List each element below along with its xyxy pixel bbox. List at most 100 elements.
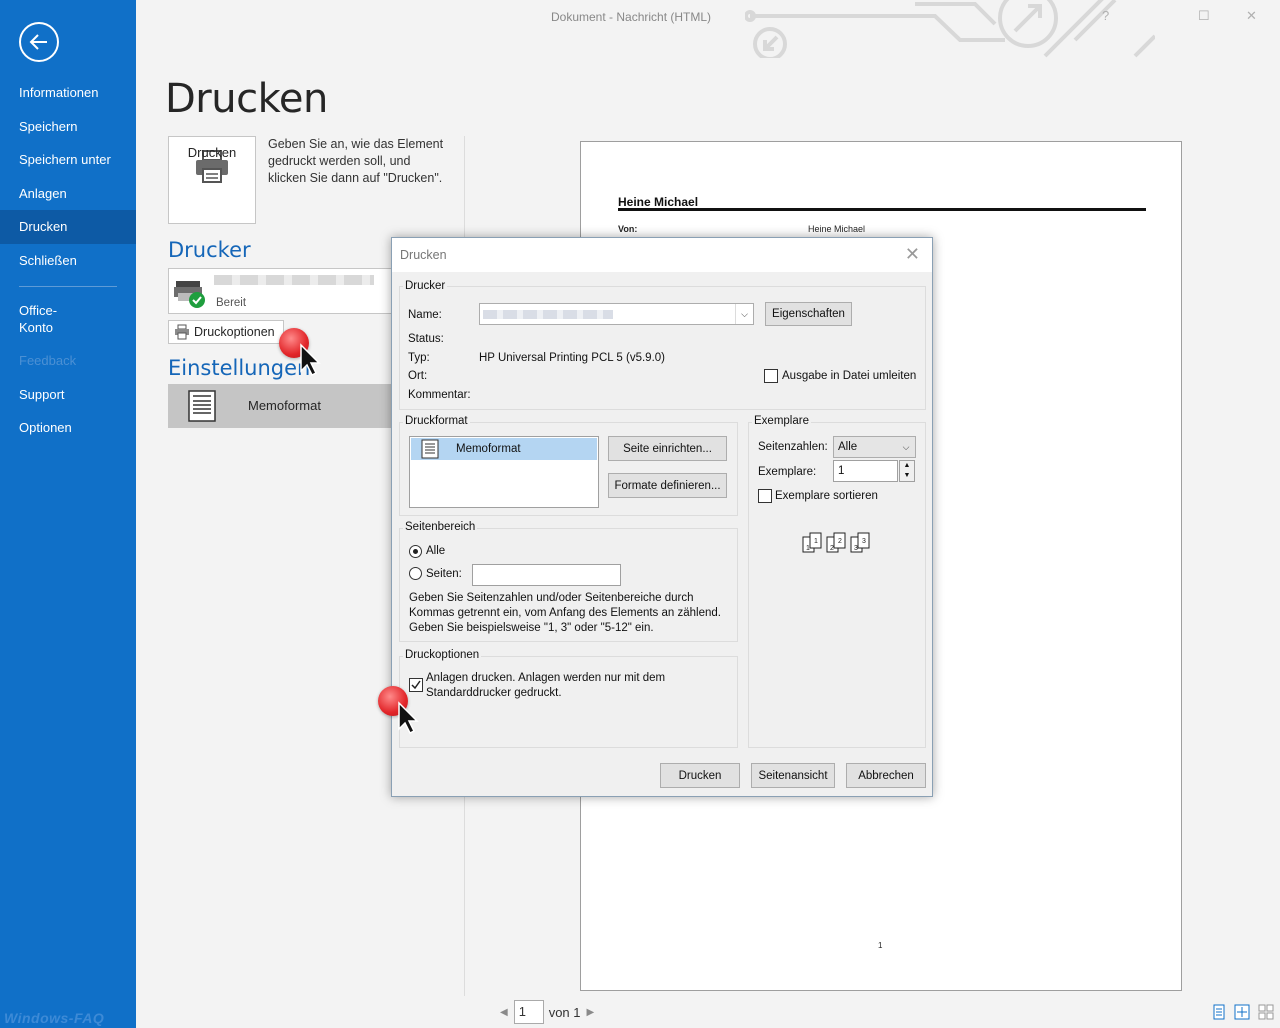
preview-page-number: 1 [878,941,883,950]
print-options-group [399,656,738,748]
print-format-selector[interactable]: Memoformat [168,384,396,428]
status-label: Status: [408,333,444,345]
print-button-label: Drucken [187,145,237,160]
mouse-pointer-icon [300,343,321,377]
circuit-decoration-icon [745,0,1155,58]
printer-name-blurred [483,310,613,319]
define-styles-button[interactable]: Formate definieren... [608,473,727,498]
nav-feedback: Feedback [19,353,77,368]
memo-format-icon [421,439,439,459]
page-setup-button[interactable]: Seite einrichten... [608,436,727,461]
watermark-logo: Windows-FAQ [4,1010,105,1026]
actual-size-icon[interactable] [1234,1004,1250,1020]
collate-label: Exemplare sortieren [775,490,878,502]
page-number-input[interactable]: 1 [513,1000,544,1024]
nav-optionen[interactable]: Optionen [0,411,136,445]
printer-ready-icon [174,281,205,308]
page-range-hint: Geben Sie Seitenzahlen und/oder Seitenbe… [409,592,721,634]
backstage-sidebar: Informationen Speichern Speichern unter … [0,0,136,1028]
print-attachments-label-line2: Standarddrucker gedruckt. [426,687,562,699]
print-attachments-label-line1: Anlagen drucken. Anlagen werden nur mit … [426,672,666,684]
nav-anlagen-speichern[interactable]: Anlagen speichern [0,177,136,235]
nav-office-konto[interactable]: Office- Konto [0,302,136,338]
settings-heading: Einstellungen [168,356,311,380]
checkmark-icon [411,680,421,690]
print-attachments-checkbox[interactable] [409,678,423,692]
printer-group-label: Drucker [403,280,448,292]
next-page-icon[interactable]: ▶ [581,1007,601,1018]
copies-input[interactable]: 1 [833,460,898,482]
back-button[interactable] [19,22,59,62]
svg-text:3: 3 [862,538,866,545]
print-description: Geben Sie an, wie das Element gedruckt w… [268,137,444,185]
print-format-list[interactable]: Memoformat [409,436,599,508]
cancel-button[interactable]: Abbrechen [846,763,926,788]
collate-checkbox[interactable] [758,489,772,503]
preview-sender-heading: Heine Michael [618,195,699,209]
page-range-input[interactable] [472,564,621,586]
dialog-print-button[interactable]: Drucken [660,763,740,788]
page-numbers-label: Seitenzahlen: [758,441,828,453]
multiple-pages-icon[interactable] [1258,1004,1274,1020]
range-pages-radio[interactable] [409,567,422,580]
print-options-button[interactable]: Druckoptionen [168,320,284,344]
page-navigator: ◀ 1 von 1 ▶ [494,1000,600,1024]
chevron-down-icon: ⌵ [902,441,910,452]
page-numbers-value: Alle [838,441,858,453]
preview-divider [618,208,1146,211]
location-label: Ort: [408,370,428,382]
print-options-group-label: Druckoptionen [403,649,482,661]
page-count: von 1 [548,1004,581,1020]
printer-selector[interactable]: Bereit [168,268,398,314]
nav-informationen[interactable]: Informationen [0,76,136,110]
page-title: Drucken [165,76,328,122]
range-pages-label: Seiten: [426,568,462,580]
range-all-label: Alle [426,545,446,557]
print-format-group-label: Druckformat [403,415,470,427]
window-title: Dokument - Nachricht (HTML) [551,10,712,24]
dialog-title: Drucken [400,248,447,262]
printer-name-select[interactable]: ⌵ [479,303,754,325]
preview-from-label: Von: [618,224,638,234]
print-to-file-checkbox[interactable] [764,369,778,383]
page-numbers-select[interactable]: Alle ⌵ [833,436,916,458]
nav-speichern[interactable]: Speichern [0,110,136,144]
dialog-close-icon[interactable]: ✕ [905,244,920,265]
mouse-pointer-icon [398,701,419,735]
print-preview-button[interactable]: Seitenansicht [751,763,835,788]
collate-pages-icon: 11 22 33 [802,532,870,553]
dialog-titlebar: Drucken ✕ [392,238,932,272]
print-options-label: Druckoptionen [194,325,275,339]
nav-support[interactable]: Support [0,378,136,412]
svg-text:1: 1 [806,545,810,552]
printer-name-blurred [214,275,374,285]
type-label: Typ: [408,352,430,364]
nav-schliessen[interactable]: Schließen [0,244,136,278]
properties-button[interactable]: Eigenschaften [765,302,852,326]
printer-status: Bereit [216,297,247,309]
help-button[interactable]: ? [1102,8,1109,23]
preview-from-value: Heine Michael [808,224,866,234]
copies-group-label: Exemplare [752,415,811,427]
range-all-radio[interactable] [409,545,422,558]
previous-page-icon[interactable]: ◀ [494,1007,514,1018]
svg-text:2: 2 [830,545,834,552]
fit-page-icon[interactable] [1211,1004,1227,1020]
name-label: Name: [408,309,442,321]
svg-text:1: 1 [814,538,818,545]
print-format-item-label: Memoformat [456,443,521,455]
copies-stepper[interactable]: ▲ ▼ [899,460,915,482]
close-window-button[interactable]: ✕ [1246,8,1257,24]
svg-text:3: 3 [854,545,858,552]
svg-text:2: 2 [838,538,842,545]
print-button[interactable]: Drucken [168,136,256,224]
back-arrow-icon [29,34,47,50]
page-range-group-label: Seitenbereich [403,521,478,533]
nav-speichern-unter[interactable]: Speichern unter [0,143,136,177]
print-options-icon [175,324,189,340]
printer-heading: Drucker [168,238,251,262]
restore-button[interactable]: ☐ [1198,8,1210,24]
list-item[interactable]: Memoformat [411,438,597,460]
comment-label: Kommentar: [408,389,471,401]
nav-drucken[interactable]: Drucken [0,210,136,244]
